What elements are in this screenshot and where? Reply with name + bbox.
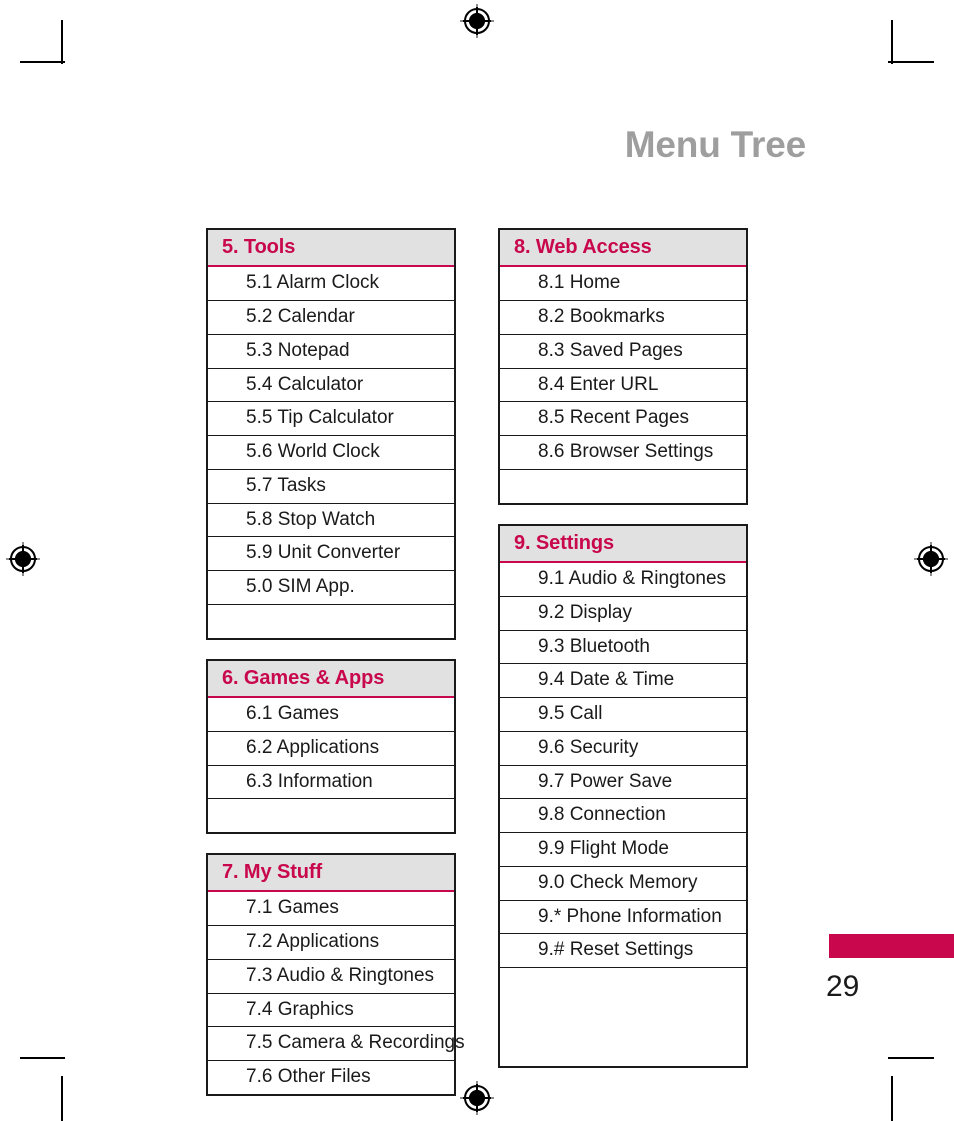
menu-item: 9.0 Check Memory <box>500 867 746 901</box>
menu-item: 9.3 Bluetooth <box>500 631 746 665</box>
crop-mark-top-right-vertical <box>891 20 893 64</box>
menu-section: 7. My Stuff 7.1 Games 7.2 Applications 7.3 … <box>206 853 465 1096</box>
menu-item: 7.4 Graphics <box>208 994 454 1028</box>
menu-item: 9.1 Audio & Ringtones <box>500 563 746 597</box>
menu-section-header: 6. Games & Apps <box>208 660 454 699</box>
menu-section-header: 9. Settings <box>500 525 746 564</box>
menu-item: 5.6 World Clock <box>208 436 454 470</box>
menu-section: 6. Games & Apps 6.1 Games 6.2 Applications… <box>206 658 456 835</box>
menu-item: 5.2 Calendar <box>208 301 454 335</box>
registration-target-icon-bottom <box>460 1081 494 1115</box>
menu-item: 8.3 Saved Pages <box>500 335 746 369</box>
menu-filler-row <box>500 1001 746 1034</box>
menu-item: 9.8 Connection <box>500 799 746 834</box>
crop-mark-top-right-horizontal <box>888 61 934 63</box>
menu-filler-row <box>208 605 454 638</box>
menu-section: 9. Settings 9.1 Audio & Ringtones 9.2 Disp… <box>498 523 748 1069</box>
menu-item: 5.7 Tasks <box>208 470 454 504</box>
menu-filler-row <box>500 968 746 1001</box>
menu-section: 8. Web Access 8.1 Home 8.2 Bookmarks 8.3 Sa… <box>498 228 748 505</box>
menu-filler-row <box>500 470 746 503</box>
menu-item: 5.0 SIM App. <box>208 571 454 605</box>
crop-mark-bottom-right-vertical <box>891 1076 893 1121</box>
menu-item: 9.# Reset Settings <box>500 934 746 969</box>
page-tab-marker <box>829 934 954 958</box>
menu-item: 9.2 Display <box>500 597 746 631</box>
menu-item: 7.3 Audio & Ringtones <box>208 960 454 994</box>
menu-item: 9.9 Flight Mode <box>500 833 746 867</box>
menu-item: 5.9 Unit Converter <box>208 537 454 572</box>
registration-target-icon-right <box>914 542 948 576</box>
menu-item: 7.2 Applications <box>208 926 454 960</box>
menu-item: 5.5 Tip Calculator <box>208 402 454 437</box>
menu-section-header: 5. Tools <box>208 230 454 268</box>
crop-mark-top-left-horizontal <box>20 61 65 63</box>
menu-column-left: 5. Tools 5.1 Alarm Clock 5.2 Calendar 5.3 N… <box>206 228 465 1096</box>
menu-section: 5. Tools 5.1 Alarm Clock 5.2 Calendar 5.3 N… <box>206 228 456 640</box>
registration-target-icon-left <box>6 542 40 576</box>
registration-target-icon-top <box>460 4 494 38</box>
menu-item: 5.8 Stop Watch <box>208 504 454 538</box>
menu-item: 9.4 Date & Time <box>500 664 746 699</box>
menu-item: 5.1 Alarm Clock <box>208 267 454 302</box>
crop-mark-bottom-right-horizontal <box>888 1057 934 1059</box>
crop-mark-bottom-left-horizontal <box>20 1057 65 1059</box>
menu-item: 8.6 Browser Settings <box>500 436 746 470</box>
menu-item: 8.1 Home <box>500 267 746 302</box>
menu-column-right: 8. Web Access 8.1 Home 8.2 Bookmarks 8.3 Sa… <box>498 228 748 1069</box>
page-number: 29 <box>826 970 860 1003</box>
menu-filler-row <box>208 799 454 832</box>
crop-mark-bottom-left-vertical <box>61 1076 63 1121</box>
menu-item: 8.5 Recent Pages <box>500 402 746 437</box>
menu-item: 7.1 Games <box>208 892 454 927</box>
menu-item: 7.6 Other Files <box>246 1066 371 1088</box>
menu-item: 8.2 Bookmarks <box>500 301 746 335</box>
menu-item: 5.3 Notepad <box>208 335 454 369</box>
page-title: Menu Tree <box>624 124 806 165</box>
menu-item: 9.7 Power Save <box>500 766 746 800</box>
menu-item: 9.6 Security <box>500 732 746 766</box>
crop-mark-top-left-vertical <box>61 20 63 64</box>
menu-item: 9.5 Call <box>500 698 746 732</box>
menu-item: 6.3 Information <box>208 766 454 800</box>
menu-section-header: 7. My Stuff <box>208 855 454 893</box>
menu-section-header: 8. Web Access <box>500 230 746 268</box>
menu-item: 6.2 Applications <box>208 732 454 766</box>
menu-item: 7.5 Camera & Recordings <box>208 1027 465 1062</box>
menu-item: 5.4 Calculator <box>208 369 454 403</box>
menu-item: 9.* Phone Information <box>500 901 746 935</box>
menu-item: 6.1 Games <box>208 698 454 732</box>
menu-filler-row <box>500 1034 746 1067</box>
menu-item: 8.4 Enter URL <box>500 369 746 403</box>
